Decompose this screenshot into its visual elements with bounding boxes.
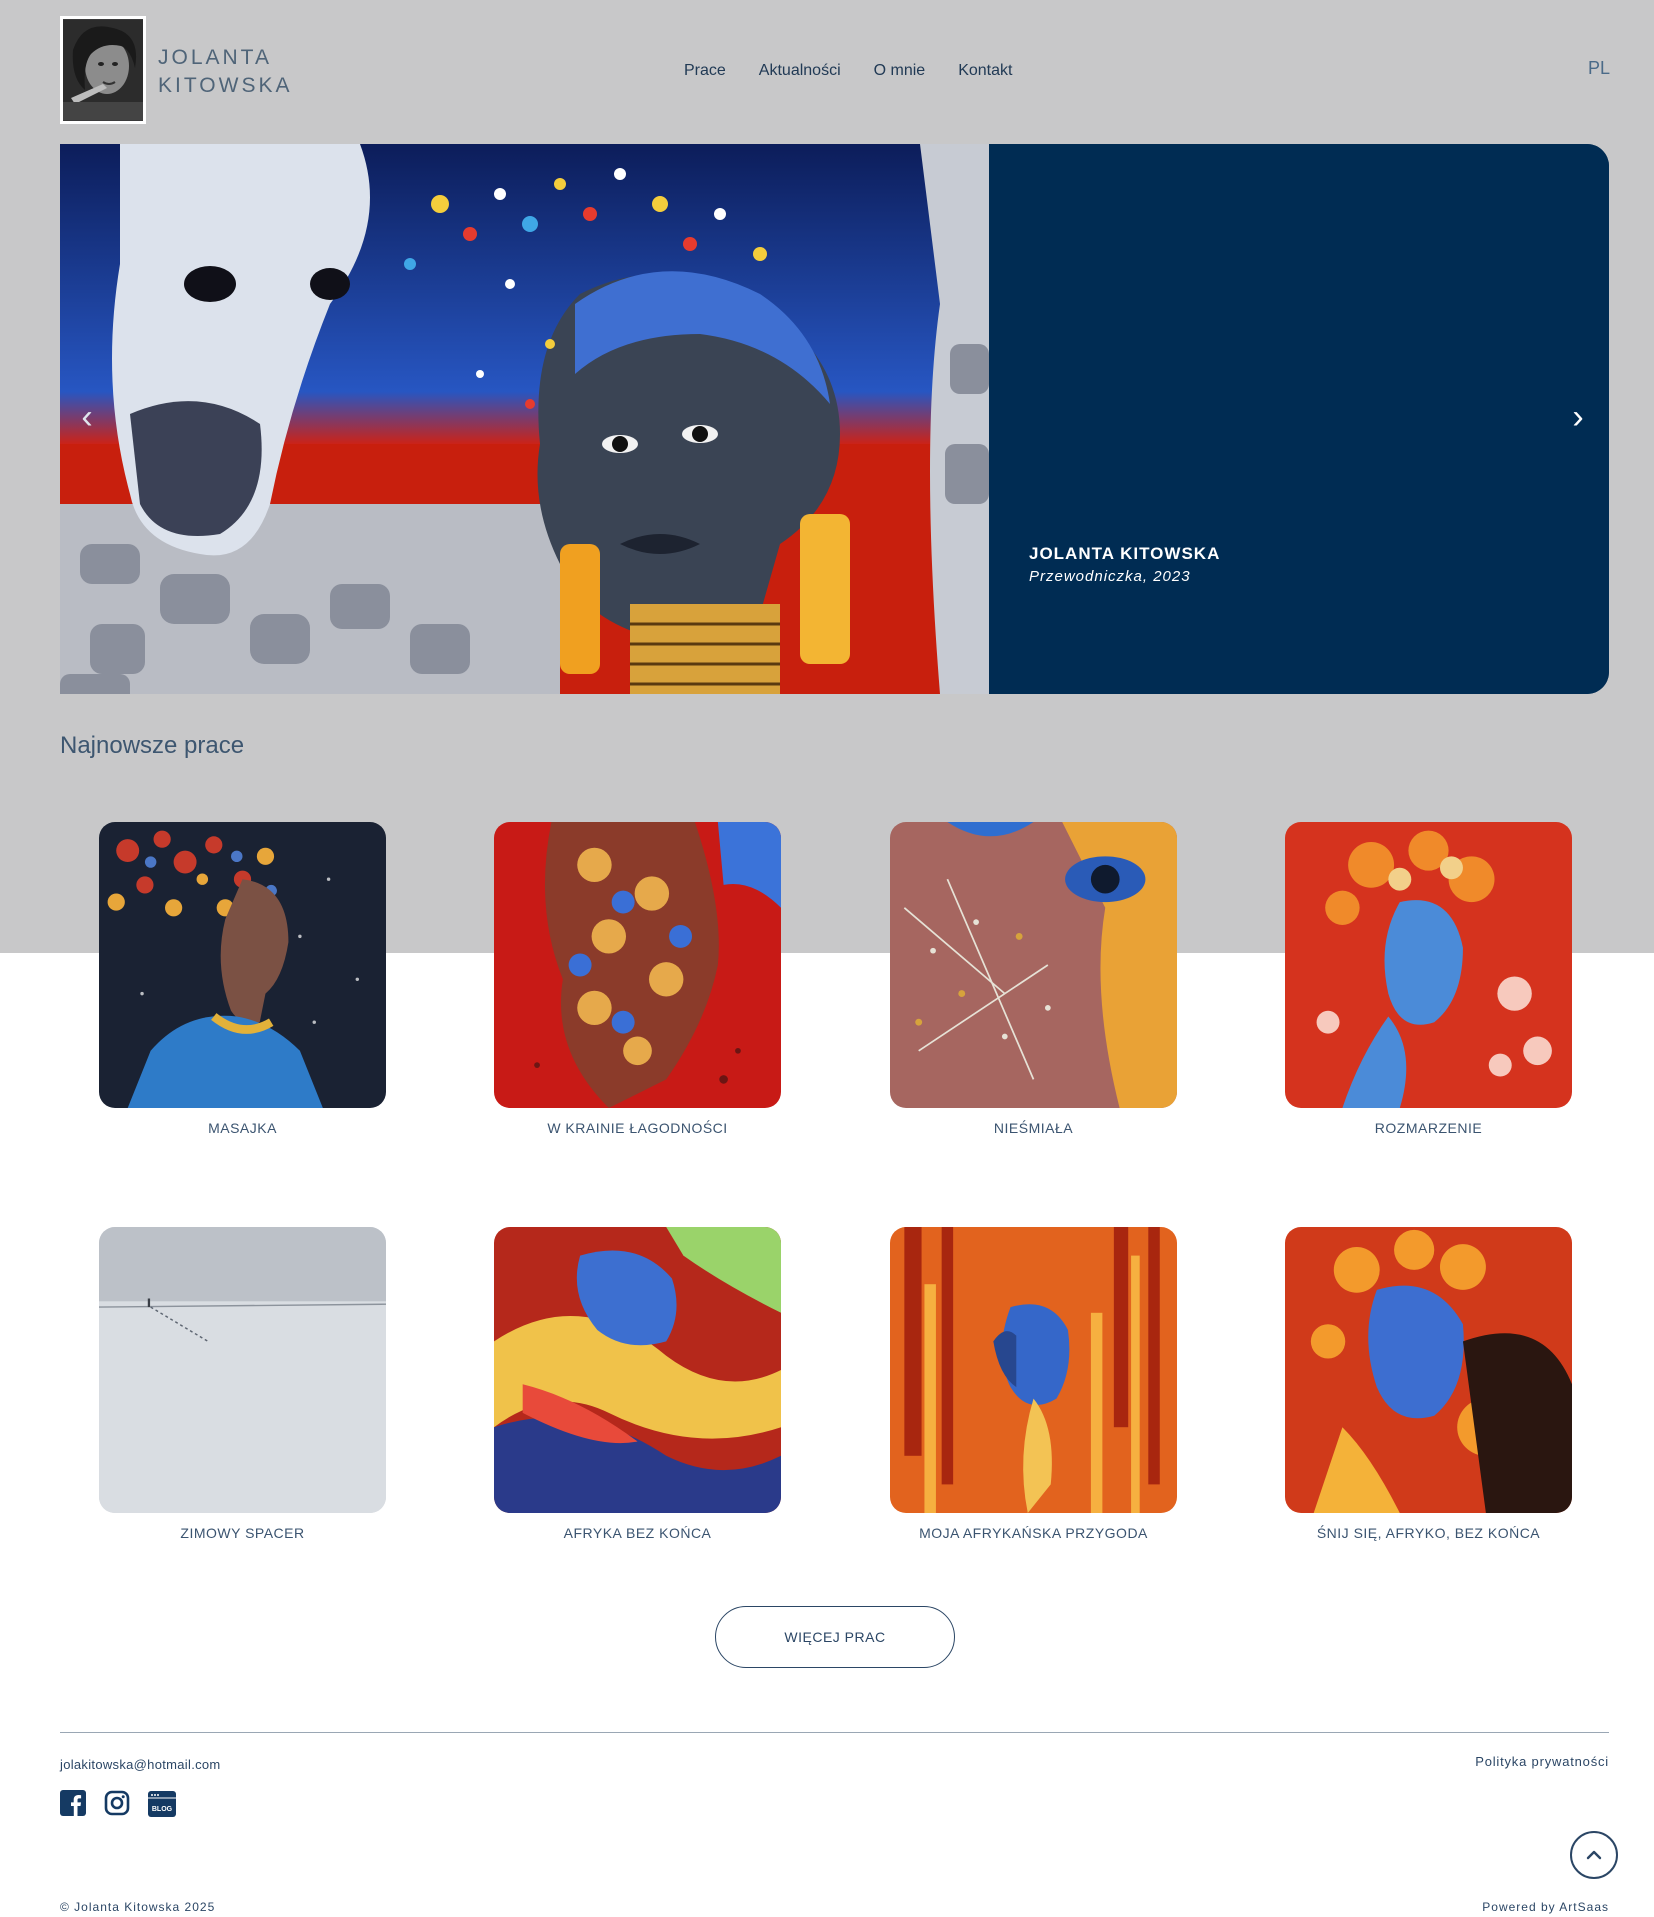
brand-name-line2: KITOWSKA — [158, 74, 293, 97]
portrait-image — [63, 20, 143, 120]
artwork-thumbnail[interactable] — [494, 1227, 781, 1513]
brand-name[interactable]: JOLANTA KITOWSKA — [158, 44, 292, 100]
artwork-title: MASAJKA — [208, 1120, 277, 1136]
blog-icon[interactable]: BLOG — [148, 1790, 176, 1817]
instagram-icon[interactable] — [104, 1790, 130, 1816]
hero-artwork-subtitle: Przewodniczka, 2023 — [1029, 568, 1191, 585]
artwork-card[interactable]: NIEŚMIAŁA — [890, 822, 1177, 1136]
hero-artist-name: JOLANTA KITOWSKA — [1029, 544, 1221, 563]
artwork-title: NIEŚMIAŁA — [993, 1120, 1074, 1136]
artwork-thumbnail[interactable] — [890, 1227, 1177, 1513]
artist-portrait-logo[interactable] — [60, 16, 146, 124]
brand-name-line1: JOLANTA — [158, 46, 272, 69]
copyright-text: © Jolanta Kitowska 2025 — [60, 1900, 216, 1914]
artwork-card[interactable]: W KRAINIE ŁAGODNOŚCI — [494, 822, 781, 1136]
powered-by-link[interactable]: Powered by ArtSaas — [1482, 1900, 1609, 1914]
artwork-title: ZIMOWY SPACER — [180, 1525, 305, 1541]
artwork-title: ROZMARZENIE — [1374, 1120, 1483, 1136]
site-header: JOLANTA KITOWSKA Prace Aktualności O mni… — [60, 16, 1610, 124]
social-links: BLOG — [60, 1790, 176, 1817]
nav-item-o-mnie[interactable]: O mnie — [874, 62, 926, 80]
nav-item-prace[interactable]: Prace — [684, 62, 726, 80]
nav-item-aktualnosci[interactable]: Aktualności — [759, 62, 841, 80]
artwork-card[interactable]: ŚNIJ SIĘ, AFRYKO, BEZ KOŃCA — [1285, 1227, 1572, 1541]
hero-caption: JOLANTA KITOWSKA Przewodniczka, 2023 — [1029, 544, 1220, 585]
artwork-card[interactable]: AFRYKA BEZ KOŃCA — [494, 1227, 781, 1541]
blog-badge-text: BLOG — [152, 1806, 173, 1813]
artwork-thumbnail[interactable] — [1285, 822, 1572, 1108]
artwork-thumbnail[interactable] — [1285, 1227, 1572, 1513]
artwork-card[interactable]: ROZMARZENIE — [1285, 822, 1572, 1136]
artwork-card[interactable]: ZIMOWY SPACER — [99, 1227, 386, 1541]
artwork-card[interactable]: MASAJKA — [99, 822, 386, 1136]
artwork-card[interactable]: MOJA AFRYKAŃSKA PRZYGODA — [890, 1227, 1177, 1541]
hero-painting — [60, 144, 989, 694]
language-switcher[interactable]: PL — [1588, 58, 1610, 79]
privacy-policy-link[interactable]: Polityka prywatności — [1475, 1754, 1609, 1769]
chevron-right-icon[interactable]: › — [1563, 400, 1593, 434]
hero-slider: JOLANTA KITOWSKA Przewodniczka, 2023 ‹ › — [60, 144, 1609, 694]
artwork-title: ŚNIJ SIĘ, AFRYKO, BEZ KOŃCA — [1316, 1525, 1541, 1541]
footer-divider — [60, 1732, 1609, 1733]
artwork-title: W KRAINIE ŁAGODNOŚCI — [547, 1120, 728, 1136]
main-nav: Prace Aktualności O mnie Kontakt — [684, 62, 1012, 80]
artwork-title: MOJA AFRYKAŃSKA PRZYGODA — [919, 1525, 1148, 1541]
artwork-thumbnail[interactable] — [494, 822, 781, 1108]
chevron-left-icon[interactable]: ‹ — [72, 400, 102, 434]
facebook-icon[interactable] — [60, 1790, 86, 1816]
contact-email-link[interactable]: jolakitowska@hotmail.com — [60, 1757, 221, 1772]
artwork-thumbnail[interactable] — [890, 822, 1177, 1108]
nav-item-kontakt[interactable]: Kontakt — [958, 62, 1012, 80]
artwork-thumbnail[interactable] — [99, 822, 386, 1108]
artwork-thumbnail[interactable] — [99, 1227, 386, 1513]
scroll-to-top-button[interactable] — [1570, 1831, 1618, 1879]
artwork-title: AFRYKA BEZ KOŃCA — [563, 1525, 712, 1541]
hero-info-panel: JOLANTA KITOWSKA Przewodniczka, 2023 — [989, 144, 1609, 694]
more-works-button[interactable]: WIĘCEJ PRAC — [715, 1606, 955, 1668]
section-title-latest-works: Najnowsze prace — [60, 732, 245, 759]
chevron-up-icon — [1586, 1850, 1602, 1860]
